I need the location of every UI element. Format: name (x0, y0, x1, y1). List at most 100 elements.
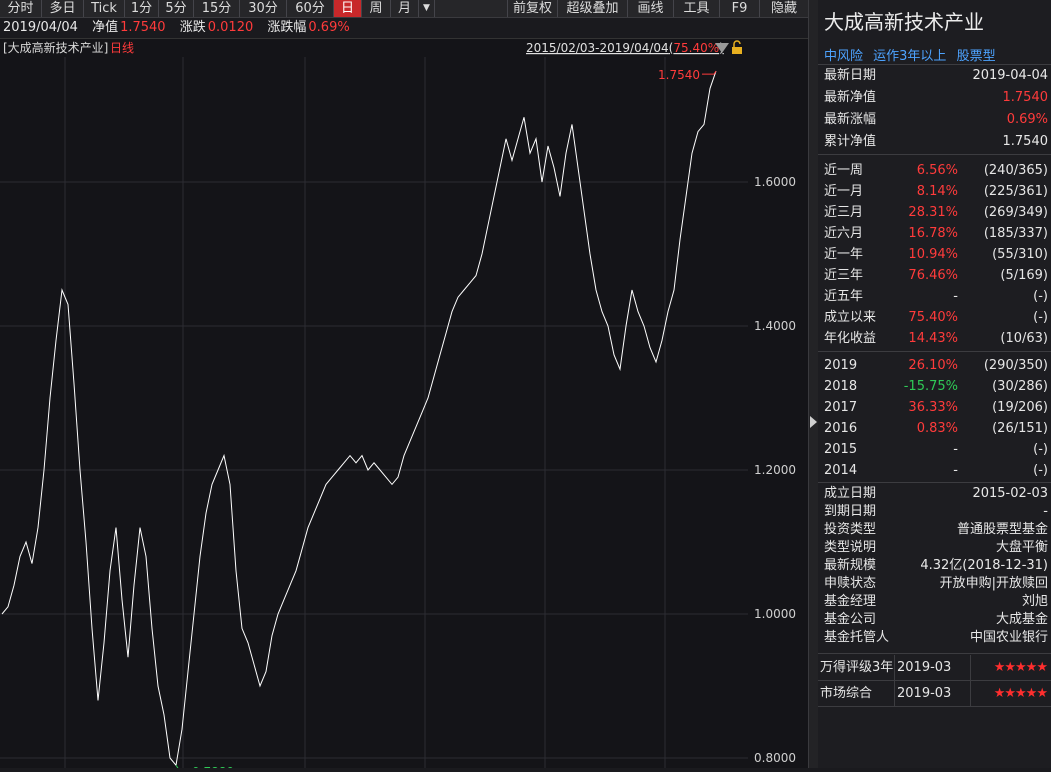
quote-info-bar: 2019/04/04 净值 1.7540 涨跌 0.0120 涨跌幅 0.69% (0, 18, 808, 39)
tab-fenshi[interactable]: 分时 (0, 0, 42, 17)
change-label: 涨跌 (179, 20, 206, 35)
detail-value: 中国农业银行 (969, 630, 1048, 645)
tab-60min[interactable]: 60分 (287, 0, 334, 17)
year-rank: (-) (1033, 442, 1048, 457)
period-row: 近一周 6.56% (240/365) (824, 161, 1048, 181)
year-rank: (26/151) (992, 421, 1048, 436)
period-label: 近三年 (824, 268, 864, 283)
y-tick-label: 1.6000 (754, 175, 796, 189)
tag-operation[interactable]: 运作3年以上 (873, 49, 946, 64)
fund-info-panel: 大成高新技术产业 中风险 运作3年以上 股票型 最新日期 2019-04-04 最新… (818, 0, 1051, 768)
period-label: 成立以来 (824, 310, 877, 325)
period-value: 14.43% (908, 331, 958, 346)
tag-risk[interactable]: 中风险 (824, 49, 863, 64)
y-axis-ticks: 1.6000 1.4000 1.2000 1.0000 0.8000 (754, 175, 796, 765)
detail-label: 基金经理 (824, 594, 877, 609)
tab-month[interactable]: 月 (391, 0, 419, 17)
year-rank: (-) (1033, 463, 1048, 478)
divider (818, 64, 1051, 65)
detail-label: 成立日期 (824, 486, 877, 501)
period-toolbar: 分时 多日 Tick 1分 5分 15分 30分 60分 日 周 月 ▼ 前复权… (0, 0, 808, 18)
tab-15min[interactable]: 15分 (194, 0, 240, 17)
rating-date: 2019-03 (897, 660, 952, 675)
hide-button[interactable]: 隐藏 (760, 0, 808, 17)
chart-fund-tag: [大成高新技术产业] (3, 40, 108, 55)
period-row: 近五年 - (-) (824, 287, 1048, 307)
period-row: 成立以来 75.40% (-) (824, 308, 1048, 328)
year-label: 2018 (824, 379, 858, 394)
detail-value: 开放申购|开放赎回 (939, 576, 1048, 591)
tag-type[interactable]: 股票型 (957, 49, 996, 64)
year-label: 2019 (824, 358, 858, 373)
y-tick-label: 1.2000 (754, 463, 796, 477)
tools-button[interactable]: 工具 (674, 0, 720, 17)
period-rank: (269/349) (983, 205, 1048, 220)
period-value: 28.31% (908, 205, 958, 220)
period-dropdown-icon[interactable]: ▼ (419, 0, 435, 17)
nav-line-chart[interactable]: 1.6000 1.4000 1.2000 1.0000 0.8000 [大成高新技术产业… (0, 39, 808, 772)
panel-splitter[interactable] (808, 0, 818, 768)
summary-label: 最新净值 (824, 90, 877, 105)
period-value: 76.46% (908, 268, 958, 283)
nav-series-line (1, 70, 717, 767)
f9-button[interactable]: F9 (720, 0, 760, 17)
info-date: 2019/04/04 (3, 20, 78, 35)
year-label: 2014 (824, 463, 858, 478)
collapse-arrow-icon[interactable] (810, 416, 817, 428)
lock-icon[interactable] (732, 40, 742, 54)
year-value: 26.10% (908, 358, 958, 373)
change-pct-value: 0.69% (308, 20, 350, 35)
summary-value: 2019-04-04 (972, 68, 1048, 83)
year-value: - (953, 463, 958, 478)
forward-adjust-button[interactable]: 前复权 (507, 0, 558, 17)
period-row: 年化收益 14.43% (10/63) (824, 329, 1048, 349)
period-value: - (953, 289, 958, 304)
year-rank: (19/206) (992, 400, 1048, 415)
detail-value: 大盘平衡 (995, 540, 1048, 555)
max-pointer-line (702, 70, 717, 75)
period-rank: (240/365) (983, 163, 1048, 178)
detail-label: 基金公司 (824, 612, 877, 627)
summary-value: 0.69% (1006, 112, 1048, 127)
period-row: 近六月 16.78% (185/337) (824, 224, 1048, 244)
divider (894, 655, 895, 681)
tab-week[interactable]: 周 (362, 0, 391, 17)
super-overlay-button[interactable]: 超级叠加 (558, 0, 628, 17)
period-rank: (10/63) (1000, 331, 1048, 346)
period-value: 6.56% (916, 163, 958, 178)
summary-value: 1.7540 (1002, 90, 1049, 105)
range-text[interactable]: 2015/02/03-2019/04/04(75.40%) (526, 41, 724, 55)
period-value: 16.78% (908, 226, 958, 241)
period-row: 近三年 76.46% (5/169) (824, 266, 1048, 286)
change-value: 0.0120 (207, 20, 254, 35)
year-value: 36.33% (908, 400, 958, 415)
nav-chart-area[interactable]: 1.6000 1.4000 1.2000 1.0000 0.8000 [大成高新技术产业… (0, 39, 808, 772)
year-label: 2015 (824, 442, 858, 457)
divider (818, 482, 1051, 483)
tab-30min[interactable]: 30分 (240, 0, 287, 17)
summary-label: 最新日期 (824, 68, 877, 83)
rating-date: 2019-03 (897, 686, 952, 701)
star-rating: ★★★★★ (993, 660, 1048, 675)
summary-label: 累计净值 (824, 134, 877, 149)
tab-day[interactable]: 日 (334, 0, 362, 17)
period-rank: (5/169) (1000, 268, 1048, 283)
max-value-label: 1.7540 (658, 68, 700, 82)
tab-multi-day[interactable]: 多日 (42, 0, 84, 17)
rating-row: 万得评级3年 2019-03 ★★★★★ (818, 655, 1051, 681)
divider (894, 681, 895, 707)
y-tick-label: 1.0000 (754, 607, 796, 621)
tab-1min[interactable]: 1分 (125, 0, 159, 17)
period-rank: (225/361) (983, 184, 1048, 199)
summary-row: 最新净值 1.7540 (824, 88, 1048, 108)
divider (818, 351, 1051, 352)
period-value: 10.94% (908, 247, 958, 262)
period-label: 近一月 (824, 184, 864, 199)
period-row: 近三月 28.31% (269/349) (824, 203, 1048, 223)
divider (818, 680, 1051, 681)
rating-label: 市场综合 (820, 686, 873, 701)
tab-5min[interactable]: 5分 (159, 0, 194, 17)
tab-tick[interactable]: Tick (84, 0, 125, 17)
year-row: 2016 0.83% (26/151) (824, 419, 1048, 439)
draw-line-button[interactable]: 画线 (628, 0, 674, 17)
